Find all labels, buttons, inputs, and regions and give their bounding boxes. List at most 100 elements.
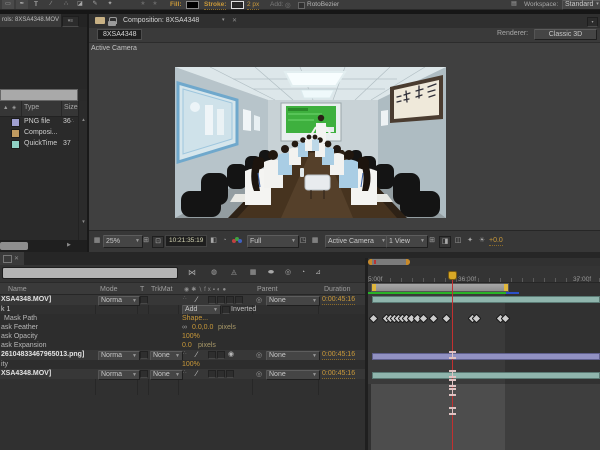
flowchart-icon[interactable]: ✦ xyxy=(465,236,475,246)
switch-box[interactable] xyxy=(217,370,225,378)
shape-tool[interactable]: ▭ xyxy=(2,0,14,9)
exposure-value[interactable]: +0.0 xyxy=(489,237,503,246)
puppet-pin-tool[interactable]: ✦ xyxy=(104,0,116,9)
snapshot-icon[interactable]: ◧ xyxy=(208,236,219,246)
playhead-line[interactable] xyxy=(452,272,453,450)
size-column-header[interactable]: Size xyxy=(64,104,78,111)
mask-opacity-row[interactable]: ask Opacity 100% xyxy=(0,332,365,341)
eraser-tool[interactable]: ◪ xyxy=(74,0,86,9)
scroll-down-icon[interactable]: ▼ xyxy=(80,219,87,224)
feather-link-icon[interactable]: ∞ xyxy=(182,324,187,331)
duration-value[interactable]: 0:00:45:16 xyxy=(322,370,355,379)
trkmat-select[interactable]: None▼ xyxy=(150,370,183,380)
label-swatch[interactable] xyxy=(11,118,20,127)
quality-switch-icon[interactable]: ∕ xyxy=(196,295,197,304)
layer-row[interactable]: XSA4348.MOV] Norma▼ ∴ ∕ ◎ None▼ 0:00:45:… xyxy=(0,295,365,305)
mask-feather-row[interactable]: ask Feather ∞ 0.0,0.0 pixels xyxy=(0,323,365,332)
collapse-switch-icon[interactable]: ∴ xyxy=(183,351,187,357)
mask-inverted-checkbox[interactable] xyxy=(222,306,230,314)
duration-value[interactable]: 0:00:45:16 xyxy=(322,351,355,360)
switch-box[interactable] xyxy=(217,296,225,304)
motion-blur-switch-icon[interactable]: ◉ xyxy=(228,350,234,358)
text-tool[interactable]: T xyxy=(30,0,42,9)
fill-color-swatch[interactable] xyxy=(186,1,199,9)
preserve-transparency-toggle[interactable] xyxy=(140,296,148,304)
current-time-display[interactable]: 10:21:35:19 xyxy=(165,235,207,247)
region-of-interest-icon[interactable]: ◳ xyxy=(298,236,308,246)
frame-blend-icon[interactable]: ▦ xyxy=(246,268,260,278)
keyframe-diamond[interactable] xyxy=(419,314,429,324)
composition-tab[interactable]: Composition: 8XSA4348 xyxy=(123,17,199,24)
keyframe-diamond[interactable] xyxy=(369,314,379,324)
effect-controls-tab[interactable]: rols: 8XSA4348.MOV xyxy=(0,14,61,27)
mode-column-header[interactable]: Mode xyxy=(100,286,118,293)
scroll-up-icon[interactable]: ▲ xyxy=(80,117,87,122)
switch-box[interactable] xyxy=(208,351,216,359)
preserve-transparency-toggle[interactable] xyxy=(140,370,148,378)
mask-expansion-row[interactable]: ask Expansion 0.0 pixels xyxy=(0,341,365,350)
mask-group-row[interactable]: k 1 Add▼ Inverted xyxy=(0,305,365,314)
mask-path-row[interactable]: Mask Path Shape... xyxy=(0,314,365,323)
label-column-icon[interactable]: ◈ xyxy=(12,105,16,111)
project-item-row[interactable]: PNG file 36 ∴ xyxy=(0,116,78,127)
duration-column-header[interactable]: Duration xyxy=(324,286,350,293)
magnification-select[interactable]: 25%▼ xyxy=(103,235,143,248)
always-preview-icon[interactable]: ▦ xyxy=(92,236,102,246)
project-item-row[interactable]: QuickTime 37 xyxy=(0,138,78,149)
view-layout-select[interactable]: 1 View▼ xyxy=(386,235,428,248)
motion-blur-icon[interactable]: ⬬ xyxy=(264,268,278,278)
duration-value[interactable]: 0:00:45:16 xyxy=(322,296,355,305)
resolution-select[interactable]: Full▼ xyxy=(247,235,299,248)
type-column-header[interactable]: Type xyxy=(24,104,39,111)
keyframe-diamond[interactable] xyxy=(501,314,511,324)
brainstorm-icon[interactable]: ◎ xyxy=(281,268,295,278)
transparency-grid-icon[interactable]: ▦ xyxy=(310,236,320,246)
layer-row[interactable]: XSA4348.MOV] Norma▼ None▼ ∴ ∕ ◎ None▼ 0:… xyxy=(0,369,365,379)
show-snapshot-icon[interactable]: ◔ xyxy=(220,236,229,246)
playhead-head[interactable] xyxy=(448,271,457,280)
timeline-search-input[interactable] xyxy=(2,267,178,279)
layer-row[interactable]: 26104833467965013.png] Norma▼ None▼ ∴ ∕ … xyxy=(0,350,365,360)
mini-flowchart-icon[interactable]: ⋈ xyxy=(185,268,199,278)
sort-icon[interactable]: ▲ xyxy=(3,105,8,111)
blend-mode-select[interactable]: Norma▼ xyxy=(98,370,140,380)
label-swatch[interactable] xyxy=(11,129,20,138)
pen-tool[interactable]: ✒ xyxy=(16,0,28,9)
panel-menu-button[interactable]: ▾≡ xyxy=(62,16,79,27)
collapse-switch-icon[interactable]: ∴ xyxy=(183,370,187,376)
grid-guides-icon[interactable]: ⊞ xyxy=(141,236,151,246)
switch-box[interactable] xyxy=(235,296,243,304)
clone-stamp-tool[interactable]: ∴ xyxy=(60,0,72,9)
keyframe-ibeam[interactable] xyxy=(449,351,456,359)
quality-switch-icon[interactable]: ∕ xyxy=(196,369,197,378)
view-select[interactable]: Active Camera▼ xyxy=(325,235,389,248)
timeline-button-icon[interactable]: ◫ xyxy=(453,236,463,246)
switch-box[interactable] xyxy=(208,370,216,378)
t-column-header[interactable]: T xyxy=(140,286,144,293)
switch-box[interactable] xyxy=(226,370,234,378)
quality-switch-icon[interactable]: ∕ xyxy=(196,350,197,359)
workspace-icon[interactable]: ▤ xyxy=(507,0,521,9)
timeline-tab[interactable]: ✕ xyxy=(0,252,24,265)
rotobezier-checkbox[interactable] xyxy=(298,2,305,9)
project-vscrollbar[interactable]: ▲ ▼ xyxy=(78,101,87,240)
reset-exposure-icon[interactable]: ☀ xyxy=(477,236,487,246)
switch-box[interactable] xyxy=(217,351,225,359)
renderer-button[interactable]: Classic 3D xyxy=(534,29,597,40)
label-swatch[interactable] xyxy=(11,140,20,149)
opacity-row[interactable]: ity 100% xyxy=(0,360,365,369)
name-column-header[interactable]: Name xyxy=(8,286,27,293)
keyframe-ibeam[interactable] xyxy=(449,370,456,378)
hscroll-thumb[interactable] xyxy=(0,242,28,250)
stroke-width-value[interactable]: 2 px xyxy=(247,1,259,10)
tab-close-icon[interactable]: ✕ xyxy=(14,255,19,262)
panel-group-icon[interactable] xyxy=(95,17,105,24)
viewer-area[interactable] xyxy=(89,54,600,230)
parent-column-header[interactable]: Parent xyxy=(257,286,278,293)
shy-icon[interactable]: ◬ xyxy=(227,268,241,278)
scroll-right-icon[interactable]: ▶ xyxy=(67,242,71,248)
keyframe-diamond[interactable] xyxy=(429,314,439,324)
project-hscrollbar[interactable]: ▶ xyxy=(0,240,87,252)
keyframe-ibeam[interactable] xyxy=(449,379,456,387)
graph-editor-icon[interactable]: ⊿ xyxy=(311,268,325,278)
